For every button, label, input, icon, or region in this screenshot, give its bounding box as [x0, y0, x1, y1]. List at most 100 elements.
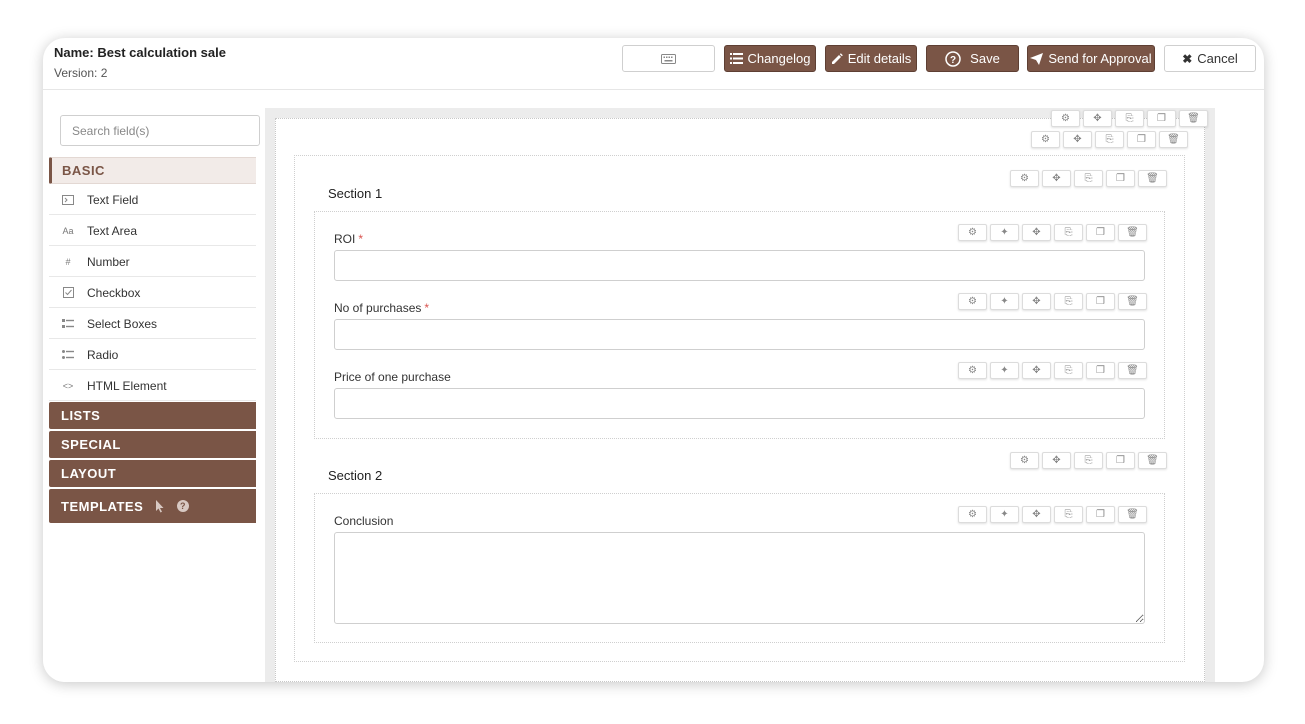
field-toolbar: ⚙ ✦ ✥ ⎘ ❐ 🗑 — [958, 506, 1147, 523]
keyboard-icon — [661, 53, 676, 64]
move-icon[interactable]: ✥ — [1042, 452, 1071, 469]
trash-icon[interactable]: 🗑 — [1118, 362, 1147, 379]
copy-icon[interactable]: ❐ — [1086, 224, 1115, 241]
import-icon[interactable]: ⎘ — [1074, 452, 1103, 469]
field-item-select-boxes[interactable]: Select Boxes — [49, 309, 256, 339]
group-basic[interactable]: BASIC — [49, 157, 256, 184]
trash-icon[interactable]: 🗑 — [1179, 110, 1208, 127]
search-fields-input[interactable] — [60, 115, 260, 146]
edit-details-button[interactable]: Edit details — [825, 45, 917, 72]
magic-icon[interactable]: ✦ — [990, 362, 1019, 379]
radio-icon — [49, 349, 87, 360]
import-icon[interactable]: ⎘ — [1054, 506, 1083, 523]
field-item-text-area[interactable]: Aa Text Area — [49, 216, 256, 246]
svg-text:?: ? — [950, 55, 956, 66]
number-icon: # — [65, 256, 71, 267]
changelog-button[interactable]: Changelog — [724, 45, 816, 72]
settings-icon[interactable]: ⚙ — [958, 506, 987, 523]
cancel-label: Cancel — [1197, 51, 1238, 66]
required-marker: * — [358, 232, 364, 246]
move-icon[interactable]: ✥ — [1083, 110, 1112, 127]
move-icon[interactable]: ✥ — [1022, 224, 1051, 241]
group-layout[interactable]: LAYOUT — [49, 460, 256, 487]
trash-icon[interactable]: 🗑 — [1118, 224, 1147, 241]
group-layout-label: LAYOUT — [61, 466, 117, 481]
move-icon[interactable]: ✥ — [1022, 362, 1051, 379]
field-item-label: Text Field — [87, 192, 139, 207]
field-item-radio[interactable]: Radio — [49, 340, 256, 370]
trash-icon[interactable]: 🗑 — [1118, 506, 1147, 523]
move-icon[interactable]: ✥ — [1022, 506, 1051, 523]
move-icon[interactable]: ✥ — [1063, 131, 1092, 148]
group-templates[interactable]: TEMPLATES ? — [49, 489, 256, 523]
move-icon[interactable]: ✥ — [1022, 293, 1051, 310]
field-item-checkbox[interactable]: Checkbox — [49, 278, 256, 308]
settings-icon[interactable]: ⚙ — [1010, 170, 1039, 187]
text-area-icon: Aa — [62, 225, 74, 236]
copy-icon[interactable]: ❐ — [1127, 131, 1156, 148]
question-circle-icon: ? — [945, 50, 961, 67]
form-version: Version: 2 — [54, 66, 108, 80]
copy-icon[interactable]: ❐ — [1106, 452, 1135, 469]
root-toolbar: ⚙ ✥ ⎘ ❐ 🗑 — [1051, 110, 1208, 127]
trash-icon[interactable]: 🗑 — [1138, 452, 1167, 469]
cancel-button[interactable]: ✖ Cancel — [1164, 45, 1256, 72]
paper-plane-icon — [1030, 52, 1044, 65]
send-for-approval-button[interactable]: Send for Approval — [1027, 45, 1155, 72]
field-item-label: Checkbox — [87, 285, 141, 300]
field-item-number[interactable]: # Number — [49, 247, 256, 277]
field-item-text-field[interactable]: Text Field — [49, 185, 256, 215]
magic-icon[interactable]: ✦ — [990, 293, 1019, 310]
field-label-conclusion: Conclusion — [334, 514, 394, 528]
pointer-cursor-icon — [156, 499, 164, 512]
group-lists-label: LISTS — [61, 408, 101, 423]
group-lists[interactable]: LISTS — [49, 402, 256, 429]
text-field-icon — [49, 194, 87, 205]
form-canvas: ⚙ ✥ ⎘ ❐ 🗑 ⚙ ✥ ⎘ ❐ 🗑 Section 1 ⚙ ✥ ⎘ ❐ 🗑 … — [265, 108, 1215, 682]
settings-icon[interactable]: ⚙ — [1051, 110, 1080, 127]
select-boxes-icon — [49, 318, 87, 329]
list-icon — [729, 53, 743, 64]
import-icon[interactable]: ⎘ — [1115, 110, 1144, 127]
trash-icon[interactable]: 🗑 — [1118, 293, 1147, 310]
price-of-one-purchase-input[interactable] — [334, 388, 1145, 419]
help-circle-icon[interactable]: ? — [177, 500, 190, 512]
settings-icon[interactable]: ⚙ — [958, 362, 987, 379]
import-icon[interactable]: ⎘ — [1054, 293, 1083, 310]
header-bar: Name: Best calculation sale Version: 2 C… — [43, 38, 1264, 90]
settings-icon[interactable]: ⚙ — [958, 224, 987, 241]
settings-icon[interactable]: ⚙ — [1010, 452, 1039, 469]
checkbox-icon — [49, 287, 87, 298]
section-toolbar: ⚙ ✥ ⎘ ❐ 🗑 — [1010, 452, 1167, 469]
trash-icon[interactable]: 🗑 — [1159, 131, 1188, 148]
group-special-label: SPECIAL — [61, 437, 121, 452]
move-icon[interactable]: ✥ — [1042, 170, 1071, 187]
field-label-no-of-purchases: No of purchases * — [334, 301, 430, 315]
conclusion-textarea[interactable] — [334, 532, 1145, 624]
field-toolbar: ⚙ ✦ ✥ ⎘ ❐ 🗑 — [958, 362, 1147, 379]
field-item-html-element[interactable]: <> HTML Element — [49, 371, 256, 401]
copy-icon[interactable]: ❐ — [1147, 110, 1176, 127]
field-label-roi: ROI * — [334, 232, 364, 246]
field-item-label: Number — [87, 254, 130, 269]
import-icon[interactable]: ⎘ — [1054, 224, 1083, 241]
magic-icon[interactable]: ✦ — [990, 506, 1019, 523]
copy-icon[interactable]: ❐ — [1086, 506, 1115, 523]
import-icon[interactable]: ⎘ — [1054, 362, 1083, 379]
import-icon[interactable]: ⎘ — [1095, 131, 1124, 148]
keyboard-button[interactable] — [622, 45, 715, 72]
no-of-purchases-input[interactable] — [334, 319, 1145, 350]
copy-icon[interactable]: ❐ — [1086, 293, 1115, 310]
trash-icon[interactable]: 🗑 — [1138, 170, 1167, 187]
settings-icon[interactable]: ⚙ — [1031, 131, 1060, 148]
group-special[interactable]: SPECIAL — [49, 431, 256, 458]
copy-icon[interactable]: ❐ — [1106, 170, 1135, 187]
copy-icon[interactable]: ❐ — [1086, 362, 1115, 379]
settings-icon[interactable]: ⚙ — [958, 293, 987, 310]
field-toolbar: ⚙ ✦ ✥ ⎘ ❐ 🗑 — [958, 224, 1147, 241]
roi-input[interactable] — [334, 250, 1145, 281]
magic-icon[interactable]: ✦ — [990, 224, 1019, 241]
save-button[interactable]: ? Save — [926, 45, 1019, 72]
import-icon[interactable]: ⎘ — [1074, 170, 1103, 187]
pencil-icon — [831, 52, 843, 64]
